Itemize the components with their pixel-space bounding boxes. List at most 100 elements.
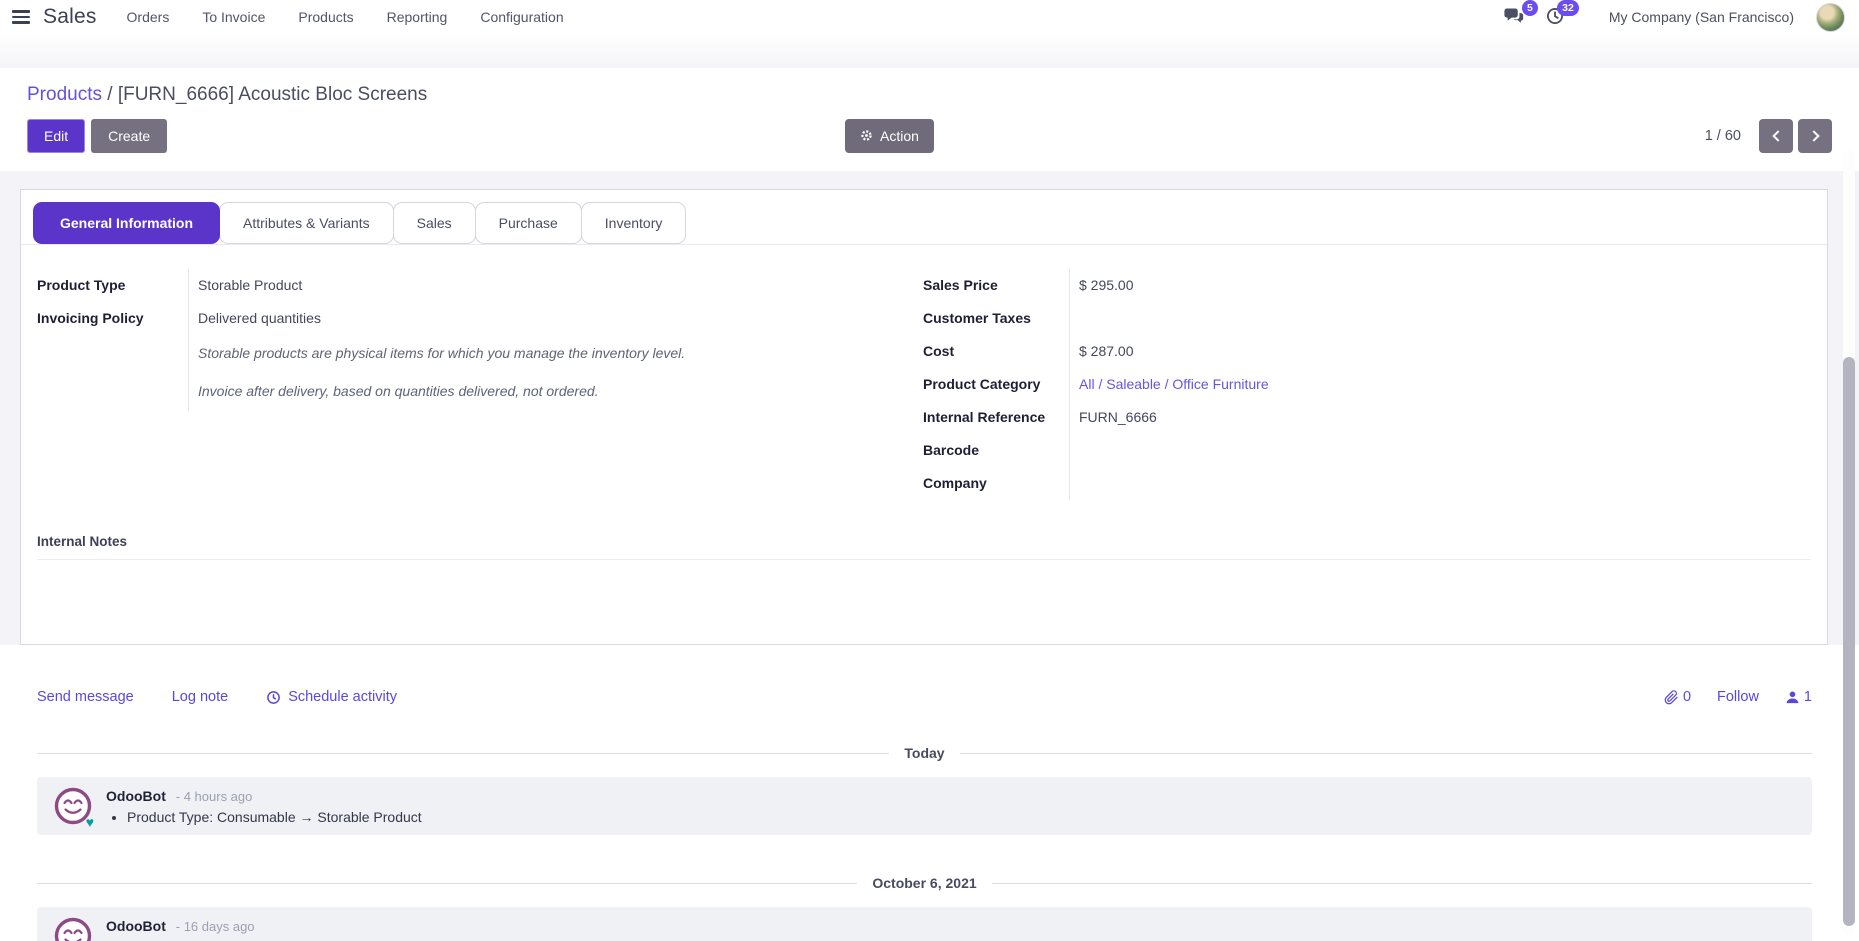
field-cost-label: Cost: [923, 335, 1069, 368]
form-sheet: General Information Attributes & Variant…: [20, 189, 1828, 645]
message-timestamp: - 4 hours ago: [176, 789, 253, 804]
field-barcode-label: Barcode: [923, 434, 1069, 467]
field-invoicing-policy-value: Delivered quantities: [188, 302, 897, 335]
button-row: Edit Create Action 1 / 60: [27, 118, 1832, 154]
message-item: ♥ OdooBot - 4 hours ago Product Type: Co…: [37, 777, 1812, 835]
chat-bubble-icon: [1504, 6, 1524, 26]
nav-item-to-invoice[interactable]: To Invoice: [202, 9, 265, 25]
chevron-right-icon: [1808, 130, 1819, 141]
heart-icon: ♥: [86, 815, 94, 829]
tab-sales[interactable]: Sales: [393, 202, 476, 244]
field-product-type-value: Storable Product: [188, 269, 897, 302]
field-barcode-value: [1069, 434, 1811, 467]
breadcrumb-current: [FURN_6666] Acoustic Bloc Screens: [118, 84, 427, 105]
activities-menu-button[interactable]: 32: [1545, 6, 1569, 28]
field-company-label: Company: [923, 467, 1069, 500]
nav-item-reporting[interactable]: Reporting: [387, 9, 448, 25]
form-sheet-background: General Information Attributes & Variant…: [0, 171, 1859, 645]
app-brand[interactable]: Sales: [43, 5, 97, 29]
field-customer-taxes-value: [1069, 302, 1811, 335]
field-company-value: [1069, 467, 1811, 500]
field-cost-value: $ 287.00: [1069, 335, 1811, 368]
notebook-tabs: General Information Attributes & Variant…: [21, 190, 1827, 245]
nav-right-group: 5 32 My Company (San Francisco): [1487, 3, 1845, 32]
action-button[interactable]: Action: [845, 119, 934, 154]
date-divider-today: Today: [37, 745, 1812, 761]
log-note-button[interactable]: Log note: [172, 689, 228, 705]
pager-previous-button[interactable]: [1759, 119, 1793, 153]
product-type-help-note: Storable products are physical items for…: [188, 335, 897, 373]
followers-count: 1: [1804, 689, 1812, 705]
chatter: Send message Log note Schedule activity …: [0, 645, 1859, 941]
chatter-toolbar: Send message Log note Schedule activity …: [37, 689, 1812, 705]
edit-button[interactable]: Edit: [27, 119, 85, 154]
field-product-type-label: Product Type: [37, 269, 188, 302]
nav-item-products[interactable]: Products: [298, 9, 353, 25]
breadcrumb-separator: /: [107, 84, 112, 105]
right-field-column: Sales Price $ 295.00 Customer Taxes Cost…: [923, 269, 1811, 500]
scrollbar-thumb[interactable]: [1843, 357, 1855, 926]
tab-purchase[interactable]: Purchase: [475, 202, 582, 244]
nav-menu: Orders To Invoice Products Reporting Con…: [127, 9, 564, 25]
field-product-category-value-link[interactable]: All / Saleable / Office Furniture: [1079, 376, 1269, 392]
date-divider-label: October 6, 2021: [872, 875, 976, 891]
message-author[interactable]: OdooBot: [106, 918, 166, 934]
messages-count-badge: 5: [1522, 0, 1538, 16]
navbar-shadow: [0, 34, 1859, 68]
messages-menu-button[interactable]: 5: [1504, 6, 1528, 28]
message-item: ♥ OdooBot - 16 days ago Product Template…: [37, 907, 1812, 941]
paperclip-icon: [1664, 690, 1679, 705]
attachments-button[interactable]: 0: [1664, 689, 1691, 705]
tab-general-information[interactable]: General Information: [33, 202, 220, 244]
field-internal-reference-value: FURN_6666: [1069, 401, 1811, 434]
person-icon: [1785, 690, 1800, 705]
internal-notes-label: Internal Notes: [37, 534, 1811, 549]
field-sales-price-label: Sales Price: [923, 269, 1069, 302]
left-field-column: Product Type Storable Product Invoicing …: [37, 269, 897, 500]
breadcrumb-products-link[interactable]: Products: [27, 84, 102, 105]
tracking-change-text: Product Type: Consumable → Storable Prod…: [127, 809, 422, 825]
schedule-activity-button[interactable]: Schedule activity: [266, 689, 397, 705]
internal-notes-section: Internal Notes: [37, 534, 1811, 560]
hamburger-menu-icon[interactable]: [12, 10, 30, 23]
clock-icon: [266, 690, 281, 705]
create-button[interactable]: Create: [91, 119, 167, 154]
tab-attributes-variants[interactable]: Attributes & Variants: [219, 202, 394, 244]
message-timestamp: - 16 days ago: [176, 919, 255, 934]
attachments-count: 0: [1683, 689, 1691, 705]
scrollbar-track[interactable]: [1843, 150, 1855, 936]
activities-count-badge: 32: [1557, 0, 1579, 16]
user-avatar[interactable]: [1816, 3, 1845, 32]
chatter-topbar-right: 0 Follow 1: [1664, 689, 1812, 705]
gear-icon: [860, 129, 873, 142]
nav-item-configuration[interactable]: Configuration: [480, 9, 563, 25]
pager: 1 / 60: [1705, 119, 1832, 153]
schedule-activity-label: Schedule activity: [288, 689, 397, 705]
field-sales-price-value: $ 295.00: [1069, 269, 1811, 302]
field-invoicing-policy-label: Invoicing Policy: [37, 302, 188, 335]
nav-item-orders[interactable]: Orders: [127, 9, 170, 25]
pager-next-button[interactable]: [1798, 119, 1832, 153]
odoobot-avatar: ♥: [53, 916, 93, 941]
form-columns: Product Type Storable Product Invoicing …: [21, 245, 1827, 500]
field-product-category-label: Product Category: [923, 368, 1069, 401]
message-author[interactable]: OdooBot: [106, 788, 166, 804]
pager-value: 1 / 60: [1705, 128, 1741, 144]
invoicing-policy-help-note: Invoice after delivery, based on quantit…: [188, 373, 897, 411]
top-navbar: Sales Orders To Invoice Products Reporti…: [0, 0, 1859, 34]
followers-button[interactable]: 1: [1785, 689, 1812, 705]
odoobot-smiley-icon: [53, 916, 93, 941]
chevron-left-icon: [1772, 130, 1783, 141]
send-message-button[interactable]: Send message: [37, 689, 134, 705]
follow-button[interactable]: Follow: [1717, 689, 1759, 705]
control-panel: Products / [FURN_6666] Acoustic Bloc Scr…: [0, 68, 1859, 171]
field-internal-reference-label: Internal Reference: [923, 401, 1069, 434]
field-customer-taxes-label: Customer Taxes: [923, 302, 1069, 335]
tab-inventory[interactable]: Inventory: [581, 202, 687, 244]
action-button-label: Action: [880, 128, 919, 145]
internal-notes-divider: [37, 559, 1811, 560]
company-switcher[interactable]: My Company (San Francisco): [1609, 9, 1794, 25]
date-divider-october: October 6, 2021: [37, 875, 1812, 891]
date-divider-label: Today: [904, 745, 944, 761]
breadcrumb: Products / [FURN_6666] Acoustic Bloc Scr…: [27, 84, 1832, 106]
